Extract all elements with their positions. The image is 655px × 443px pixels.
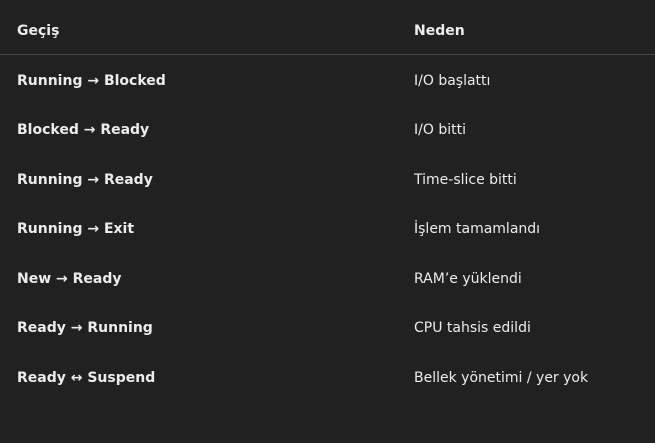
reason-cell: Bellek yönetimi / yer yok bbox=[414, 369, 589, 386]
transition-cell: Running → Exit bbox=[17, 221, 135, 238]
reason-cell: RAM’e yüklendi bbox=[414, 270, 522, 287]
table-row: Ready ↔ Suspend Bellek yönetimi / yer yo… bbox=[0, 353, 655, 403]
transition-cell: New → Ready bbox=[17, 270, 122, 287]
reason-cell: I/O bitti bbox=[414, 122, 466, 139]
table-row: Blocked → Ready I/O bitti bbox=[0, 106, 655, 156]
table-row: Ready → Running CPU tahsis edildi bbox=[0, 304, 655, 354]
header-reason: Neden bbox=[414, 23, 465, 39]
reason-cell: CPU tahsis edildi bbox=[414, 320, 531, 337]
transition-cell: Ready ↔ Suspend bbox=[17, 369, 156, 386]
table-row: New → Ready RAM’e yüklendi bbox=[0, 254, 655, 304]
transition-cell: Running → Blocked bbox=[17, 72, 166, 89]
reason-cell: I/O başlattı bbox=[414, 72, 491, 89]
table-row: Running → Blocked I/O başlattı bbox=[0, 56, 655, 106]
transition-table: Geçiş Neden Running → Blocked I/O başlat… bbox=[0, 0, 655, 403]
transition-cell: Ready → Running bbox=[17, 320, 153, 337]
reason-cell: Time-slice bitti bbox=[414, 171, 517, 188]
table-header: Geçiş Neden bbox=[0, 8, 655, 55]
reason-cell: İşlem tamamlandı bbox=[414, 221, 541, 238]
transition-cell: Blocked → Ready bbox=[17, 122, 150, 139]
table-row: Running → Exit İşlem tamamlandı bbox=[0, 205, 655, 255]
header-transition: Geçiş bbox=[17, 23, 60, 39]
transition-cell: Running → Ready bbox=[17, 171, 153, 188]
table-row: Running → Ready Time-slice bitti bbox=[0, 155, 655, 205]
